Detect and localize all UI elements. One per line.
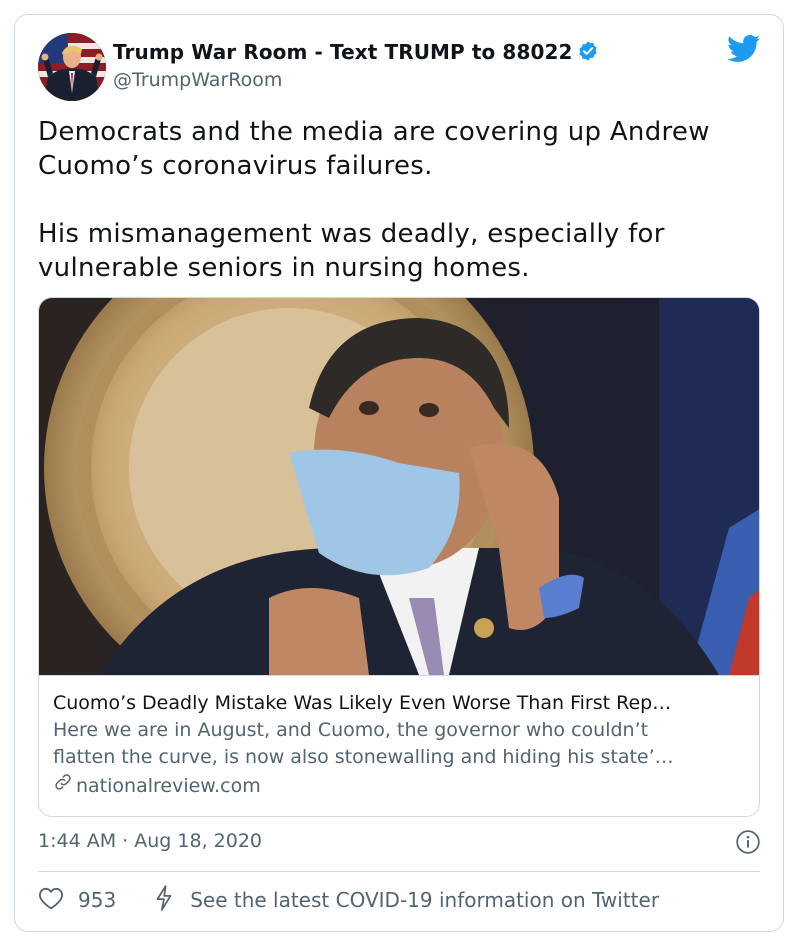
- link-preview-card[interactable]: Cuomo’s Deadly Mistake Was Likely Even W…: [38, 297, 760, 817]
- tweet-paragraph: Democrats and the media are covering up …: [38, 117, 710, 181]
- link-preview-image: [39, 298, 759, 713]
- like-button[interactable]: 953: [38, 886, 116, 914]
- lightning-icon: [154, 885, 174, 915]
- link-preview-body: Cuomo’s Deadly Mistake Was Likely Even W…: [39, 675, 759, 816]
- author-display-name: Trump War Room - Text TRUMP to 88022: [113, 40, 573, 64]
- heart-icon: [38, 886, 64, 914]
- info-icon[interactable]: [735, 829, 761, 859]
- author-handle[interactable]: @TrumpWarRoom: [113, 69, 282, 91]
- link-domain[interactable]: nationalreview.com: [53, 772, 747, 800]
- like-count: 953: [78, 888, 117, 912]
- link-description: Here we are in August, and Cuomo, the go…: [53, 717, 747, 771]
- covid-info-link[interactable]: See the latest COVID-19 information on T…: [154, 885, 659, 915]
- link-domain-text: nationalreview.com: [76, 774, 261, 797]
- tweet-actions: 953 See the latest COVID-19 information …: [38, 885, 659, 915]
- tweet-date: Aug 18, 2020: [134, 830, 262, 852]
- timestamp[interactable]: 1:44 AM · Aug 18, 2020: [38, 830, 262, 852]
- link-title[interactable]: Cuomo’s Deadly Mistake Was Likely Even W…: [53, 690, 747, 716]
- avatar[interactable]: [38, 33, 106, 101]
- tweet-paragraph: His mismanagement was deadly, especially…: [38, 219, 665, 283]
- verified-badge-icon: [577, 40, 599, 67]
- tweet-card: Trump War Room - Text TRUMP to 88022 @Tr…: [14, 14, 784, 932]
- tweet-time: 1:44 AM: [38, 830, 117, 852]
- link-description-line: flatten the curve, is now also stonewall…: [53, 746, 674, 768]
- twitter-bird-icon[interactable]: [727, 35, 761, 67]
- divider: [38, 871, 760, 872]
- timestamp-separator: ·: [122, 830, 129, 852]
- link-description-line: Here we are in August, and Cuomo, the go…: [53, 719, 649, 741]
- author-name[interactable]: Trump War Room - Text TRUMP to 88022: [113, 40, 599, 67]
- covid-info-text: See the latest COVID-19 information on T…: [190, 888, 660, 912]
- link-icon: [53, 772, 76, 800]
- tweet-text: Democrats and the media are covering up …: [38, 115, 758, 285]
